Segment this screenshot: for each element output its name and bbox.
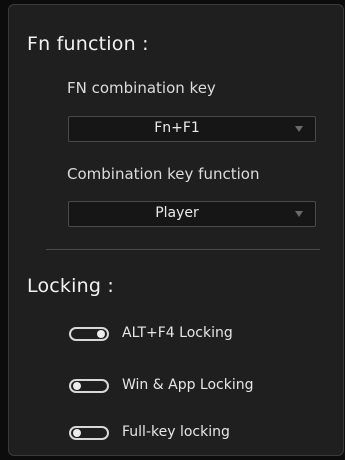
dropdown-arrow-icon [295, 211, 303, 217]
full-key-locking-label: Full-key locking [122, 424, 230, 440]
alt-f4-locking-toggle[interactable] [69, 327, 109, 341]
win-app-locking-label: Win & App Locking [122, 377, 254, 393]
fn-combination-key-select[interactable]: Fn+F1 [68, 116, 316, 142]
fn-combination-key-value: Fn+F1 [154, 120, 200, 136]
alt-f4-locking-label: ALT+F4 Locking [122, 325, 233, 341]
fn-function-title: Fn function : [27, 33, 149, 55]
toggle-knob [97, 330, 105, 338]
combination-key-function-label: Combination key function [67, 165, 260, 183]
locking-title: Locking : [27, 275, 114, 297]
toggle-knob [73, 382, 81, 390]
toggle-knob [73, 429, 81, 437]
settings-panel: Fn function : FN combination key Fn+F1 C… [8, 4, 344, 456]
full-key-locking-toggle[interactable] [69, 426, 109, 440]
win-app-locking-toggle[interactable] [69, 379, 109, 393]
combination-key-function-select[interactable]: Player [68, 201, 316, 227]
section-divider [46, 249, 320, 250]
dropdown-arrow-icon [295, 126, 303, 132]
combination-key-function-value: Player [155, 205, 199, 221]
fn-combination-key-label: FN combination key [67, 79, 216, 97]
